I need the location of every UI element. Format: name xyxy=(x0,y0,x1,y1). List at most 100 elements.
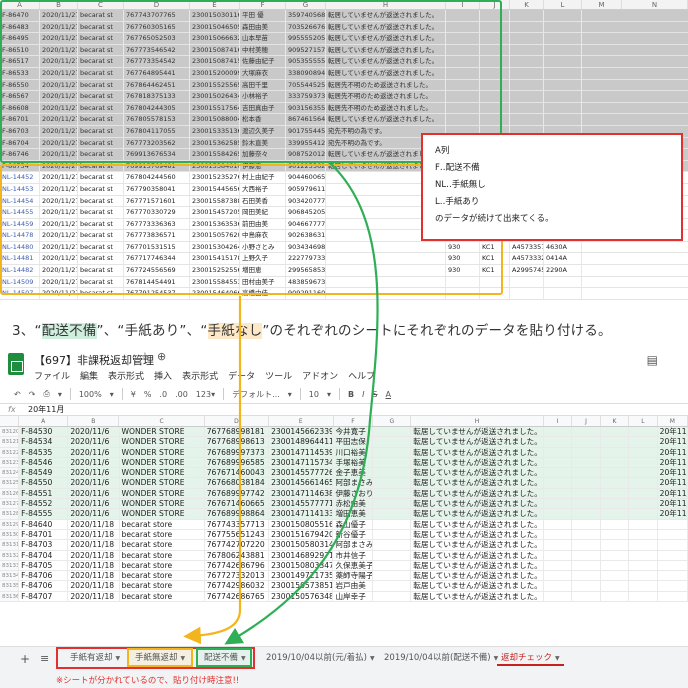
table-cell[interactable] xyxy=(544,591,573,602)
table-cell[interactable]: F-84704 xyxy=(19,550,69,560)
table-cell[interactable]: F-84550 xyxy=(19,478,69,488)
table-cell[interactable] xyxy=(572,571,601,581)
currency-button[interactable]: ¥ xyxy=(131,390,136,399)
table-cell[interactable]: 767689997373 xyxy=(205,447,270,457)
table-cell[interactable]: 転居していませんが返送されました。 xyxy=(411,571,544,581)
table-cell[interactable]: 2300146892971 xyxy=(269,550,334,560)
table-cell[interactable] xyxy=(601,427,630,437)
table-cell[interactable]: 転居していませんが返送されました。 xyxy=(411,560,544,571)
table-cell[interactable] xyxy=(572,499,601,509)
table-cell[interactable]: WONDER STORE xyxy=(120,509,205,519)
table-cell[interactable]: 2300150576348 xyxy=(269,591,334,602)
table-cell[interactable]: 2300148964411 xyxy=(269,437,334,447)
table-row[interactable]: 83123 F-84546 2020/11/6 WONDER STORE 7676899… xyxy=(0,457,688,469)
table-cell[interactable]: F-84546 xyxy=(19,457,69,468)
table-cell[interactable]: 転居していませんが返送されました。 xyxy=(411,499,544,509)
table-cell[interactable]: F-84706 xyxy=(19,581,69,591)
table-cell[interactable]: 久保恵美子 xyxy=(333,560,374,571)
table-cell[interactable] xyxy=(629,478,658,488)
table-cell[interactable]: F-84707 xyxy=(19,591,69,602)
menu-addons[interactable]: アドオン xyxy=(302,369,338,382)
add-sheet-icon[interactable]: + xyxy=(20,652,30,666)
table-cell[interactable]: becarat store xyxy=(120,581,205,591)
column-header[interactable]: B xyxy=(68,416,120,426)
row-number[interactable]: 83126 xyxy=(0,488,20,499)
table-cell[interactable] xyxy=(572,581,601,591)
table-cell[interactable] xyxy=(572,560,601,571)
table-cell[interactable]: 767768998181 xyxy=(205,427,270,437)
table-cell[interactable]: 金子恵美 xyxy=(333,468,374,478)
table-cell[interactable] xyxy=(510,33,544,44)
table-cell[interactable]: A4573357 xyxy=(510,241,544,253)
table-cell[interactable]: 2020/11/18 xyxy=(68,560,120,571)
table-cell[interactable]: 767727332013 xyxy=(205,571,270,581)
table-cell[interactable]: 20年11月 xyxy=(658,447,688,457)
table-row[interactable]: 83134 F-84706 2020/11/18 becarat store 76772… xyxy=(0,571,688,582)
table-cell[interactable]: 阿部まさみ xyxy=(333,540,374,550)
font-size-select[interactable]: 10 xyxy=(309,390,319,399)
table-cell[interactable]: 20年11月 xyxy=(658,468,688,478)
table-cell[interactable] xyxy=(629,468,658,478)
table-cell[interactable] xyxy=(544,499,573,509)
menu-tools[interactable]: ツール xyxy=(265,369,292,382)
table-cell[interactable] xyxy=(572,591,601,602)
table-cell[interactable]: 767755651243 xyxy=(205,529,270,540)
decimal-decrease-button[interactable]: .0 xyxy=(159,390,167,399)
row-number[interactable]: 83120 xyxy=(0,427,20,437)
table-cell[interactable] xyxy=(373,509,412,519)
table-cell[interactable] xyxy=(658,519,688,529)
table-cell[interactable]: 2020/11/18 xyxy=(68,571,120,581)
table-cell[interactable]: 2300150803347 xyxy=(269,560,334,571)
table-cell[interactable]: 2020/11/18 xyxy=(68,581,120,591)
table-cell[interactable] xyxy=(629,571,658,581)
decimal-increase-button[interactable]: .00 xyxy=(175,390,188,399)
table-cell[interactable]: 岩戸由美 xyxy=(333,581,374,591)
percent-button[interactable]: % xyxy=(144,390,152,399)
table-cell[interactable]: 2300150573851 xyxy=(269,581,334,591)
table-cell[interactable] xyxy=(544,56,582,67)
table-cell[interactable]: 転居していませんが返送されました。 xyxy=(411,478,544,488)
table-cell[interactable] xyxy=(601,591,630,602)
table-cell[interactable] xyxy=(544,457,573,468)
table-cell[interactable] xyxy=(544,447,573,457)
zoom-select[interactable]: 100% xyxy=(79,390,102,399)
table-cell[interactable]: 2020/11/18 xyxy=(68,591,120,602)
table-cell[interactable]: 転居していませんが返送されました。 xyxy=(411,529,544,540)
table-cell[interactable] xyxy=(544,91,582,102)
table-cell[interactable] xyxy=(510,288,544,299)
table-cell[interactable] xyxy=(544,33,582,44)
table-cell[interactable] xyxy=(510,276,544,288)
table-cell[interactable] xyxy=(572,437,601,447)
table-cell[interactable]: WONDER STORE xyxy=(120,488,205,499)
table-cell[interactable] xyxy=(601,540,630,550)
chevron-down-icon[interactable]: ▼ xyxy=(555,655,560,662)
table-cell[interactable] xyxy=(373,571,412,581)
table-cell[interactable]: A4573332 xyxy=(510,253,544,265)
table-cell[interactable]: 平田志保 xyxy=(333,437,374,447)
table-cell[interactable] xyxy=(544,102,582,114)
row-number[interactable]: 83134 xyxy=(0,571,20,581)
table-cell[interactable]: 767743357713 xyxy=(205,519,270,529)
table-cell[interactable] xyxy=(373,581,412,591)
table-cell[interactable] xyxy=(544,79,582,91)
table-cell[interactable]: 767806243881 xyxy=(205,550,270,560)
table-cell[interactable]: WONDER STORE xyxy=(120,427,205,437)
table-cell[interactable]: 2020/11/18 xyxy=(68,550,120,560)
row-number[interactable]: 83132 xyxy=(0,550,20,560)
table-cell[interactable]: F-84705 xyxy=(19,560,69,571)
table-cell[interactable] xyxy=(601,488,630,499)
table-cell[interactable]: F-84530 xyxy=(19,427,69,437)
table-cell[interactable]: 767768998613 xyxy=(205,437,270,447)
column-header[interactable]: L xyxy=(629,416,658,426)
table-cell[interactable] xyxy=(544,10,582,21)
table-cell[interactable] xyxy=(601,499,630,509)
table-cell[interactable] xyxy=(601,457,630,468)
table-cell[interactable]: F-84535 xyxy=(19,447,69,457)
table-cell[interactable]: becarat store xyxy=(120,571,205,581)
table-cell[interactable] xyxy=(544,67,582,79)
table-row[interactable]: 83126 F-84551 2020/11/6 WONDER STORE 7676899… xyxy=(0,488,688,500)
table-cell[interactable]: WONDER STORE xyxy=(120,468,205,478)
table-cell[interactable]: F-84549 xyxy=(19,468,69,478)
row-number[interactable]: 83123 xyxy=(0,457,20,468)
table-cell[interactable] xyxy=(658,581,688,591)
